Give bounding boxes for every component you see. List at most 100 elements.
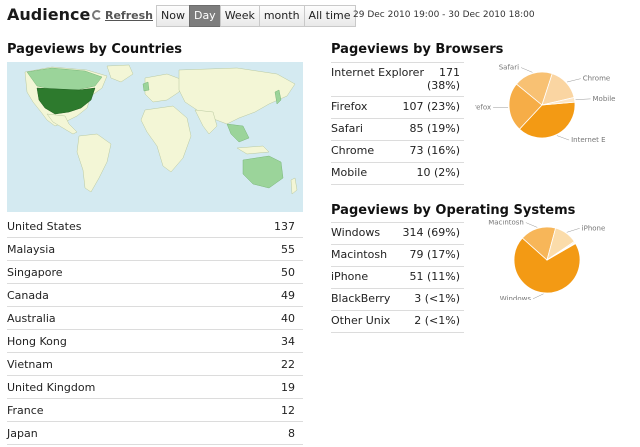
browsers-table: Internet Explorer 171 (38%) Firefox 107 (23… [331,62,464,185]
country-name: Hong Kong [7,334,67,348]
browsers-value: 171 (38%) [426,66,460,92]
pie-leader-line [532,293,544,300]
os-row[interactable]: Macintosh 79 (17%) [331,245,464,267]
country-name: Japan [7,426,38,440]
browsers-value: 85 (19%) [409,122,460,135]
range-day-button[interactable]: Day [188,5,220,27]
os-name: Other Unix [331,314,391,327]
os-title: Pageviews by Operating Systems [331,203,576,218]
range-buttons: Now Day Week month All time [156,5,356,27]
range-week-button[interactable]: Week [219,5,259,27]
country-row[interactable]: Vietnam 22 [7,353,303,376]
pie-leader-line [575,98,591,100]
country-value: 40 [281,311,295,325]
pie-label: Chrome [583,75,610,83]
map-australia [242,155,284,189]
country-row[interactable]: Japan 8 [7,422,303,445]
map-new-zealand [290,177,298,195]
country-row[interactable]: Singapore 50 [7,261,303,284]
country-value: 49 [281,288,295,302]
pie-label: Mobile [593,95,616,103]
country-row[interactable]: Hong Kong 34 [7,330,303,353]
os-row[interactable]: Windows 314 (69%) [331,223,464,245]
pie-label: Safari [499,64,519,72]
country-value: 50 [281,265,295,279]
refresh-icon [92,10,102,20]
os-name: BlackBerry [331,292,391,305]
map-africa [140,105,192,173]
map-southeast-asia [226,123,250,143]
os-row[interactable]: BlackBerry 3 (<1%) [331,289,464,311]
country-name: France [7,403,44,417]
range-month-button[interactable]: month [258,5,304,27]
os-table: Windows 314 (69%) Macintosh 79 (17%) iPhone 5… [331,222,464,333]
pie-leader-line [566,228,580,233]
os-name: iPhone [331,270,369,283]
country-name: United Kingdom [7,380,96,394]
browsers-value: 10 (2%) [416,166,460,179]
country-name: United States [7,219,82,233]
browsers-name: Safari [331,122,363,135]
os-pie-chart: Windows Macintosh iPhone [488,220,606,300]
pie-leader-line [556,135,570,141]
map-united-kingdom [142,81,150,92]
country-name: Malaysia [7,242,56,256]
country-row[interactable]: Canada 49 [7,284,303,307]
country-value: 8 [288,426,295,440]
browsers-row[interactable]: Mobile 10 (2%) [331,163,464,185]
refresh-button[interactable]: Refresh [92,9,153,22]
country-row[interactable]: United States 137 [7,215,303,238]
os-name: Macintosh [331,248,388,261]
os-value: 51 (11%) [409,270,460,283]
pie-leader-line [520,67,533,73]
countries-list: United States 137 Malaysia 55 Singapore 50 Can… [7,215,303,445]
browsers-name: Mobile [331,166,368,179]
map-europe [144,73,184,103]
world-map[interactable] [7,62,303,212]
country-row[interactable]: Malaysia 55 [7,238,303,261]
world-map-svg [24,64,298,195]
os-row[interactable]: Other Unix 2 (<1%) [331,311,464,333]
browsers-row[interactable]: Internet Explorer 171 (38%) [331,63,464,97]
pie-label: Macintosh [488,220,524,227]
browsers-row[interactable]: Chrome 73 (16%) [331,141,464,163]
os-value: 3 (<1%) [414,292,460,305]
browsers-name: Chrome [331,144,375,157]
refresh-label: Refresh [105,9,153,22]
map-indonesia [236,145,270,155]
map-greenland [106,64,134,83]
country-name: Singapore [7,265,63,279]
range-now-button[interactable]: Now [156,5,189,27]
country-name: Australia [7,311,56,325]
os-name: Windows [331,226,381,239]
country-row[interactable]: Australia 40 [7,307,303,330]
browsers-name: Internet Explorer [331,66,424,79]
country-value: 22 [281,357,295,371]
browsers-row[interactable]: Safari 85 (19%) [331,119,464,141]
pie-label: Windows [500,295,532,300]
browsers-pie-chart: Internet E Firefox Safari Chrome Mobile [475,64,616,144]
pie-label: iPhone [582,224,606,232]
browsers-row[interactable]: Firefox 107 (23%) [331,97,464,119]
country-value: 137 [274,219,295,233]
browsers-value: 73 (16%) [409,144,460,157]
browsers-name: Firefox [331,100,368,113]
pie-label: Internet E [571,136,605,144]
pie-label: Firefox [475,104,491,112]
country-name: Vietnam [7,357,53,371]
map-south-america [76,133,112,193]
country-value: 12 [281,403,295,417]
os-value: 2 (<1%) [414,314,460,327]
os-row[interactable]: iPhone 51 (11%) [331,267,464,289]
range-all-time-button[interactable]: All time [303,5,356,27]
country-value: 55 [281,242,295,256]
country-value: 34 [281,334,295,348]
pie-leader-line [566,78,581,83]
country-row[interactable]: France 12 [7,399,303,422]
pie-leader-line [525,222,538,228]
os-value: 79 (17%) [409,248,460,261]
country-row[interactable]: United Kingdom 19 [7,376,303,399]
map-india [194,109,218,135]
os-value: 314 (69%) [402,226,460,239]
page-title: Audience [7,5,91,24]
